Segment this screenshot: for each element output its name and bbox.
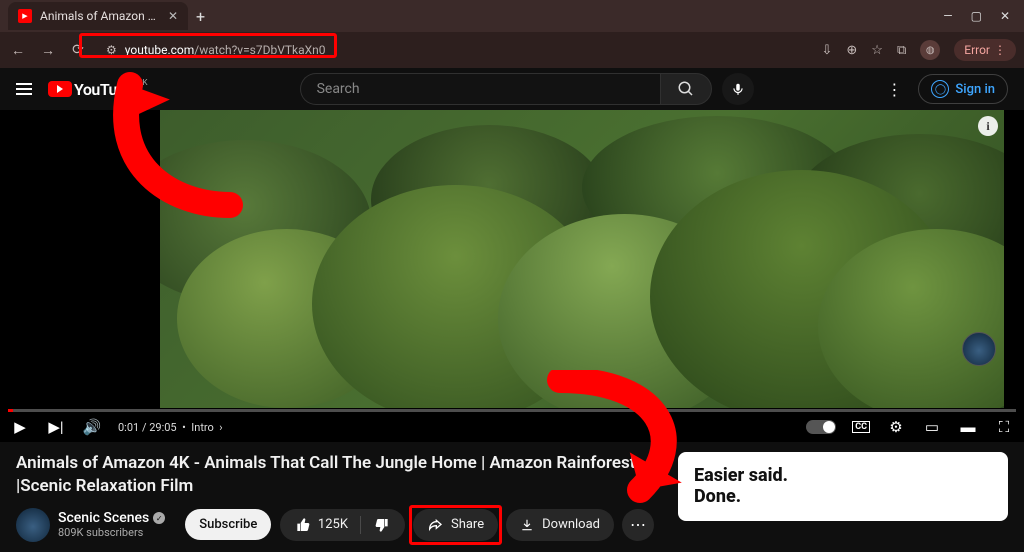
channel-name[interactable]: Scenic Scenes ✓	[58, 510, 165, 526]
download-label: Download	[542, 517, 600, 532]
share-label: Share	[451, 517, 484, 532]
profile-avatar[interactable]: ◍	[920, 40, 940, 60]
back-icon[interactable]: ←	[8, 42, 28, 59]
search-icon	[677, 80, 695, 98]
channel-avatar[interactable]	[16, 508, 50, 542]
zoom-icon[interactable]: ⊕	[846, 43, 857, 58]
subscriber-count: 809K subscribers	[58, 526, 165, 539]
youtube-logo[interactable]: YouTube PK	[48, 80, 134, 99]
hamburger-menu-icon[interactable]	[16, 83, 32, 95]
like-dislike-pill: 125K	[280, 509, 405, 541]
dislike-button[interactable]	[361, 509, 401, 541]
play-icon[interactable]: ▶	[10, 418, 30, 436]
install-app-icon[interactable]: ⇩	[821, 43, 832, 58]
verified-badge-icon: ✓	[153, 512, 165, 524]
thumbs-down-icon	[373, 517, 389, 533]
player-controls: ▶ ▶| 🔊 0:01 / 29:05 • Intro › CC ⚙ ▭ ▬ ⛶	[0, 412, 1024, 442]
signin-button[interactable]: ◯ Sign in	[918, 74, 1008, 104]
maximize-icon[interactable]: ▢	[971, 9, 982, 23]
video-meta-row: Scenic Scenes ✓ 809K subscribers Subscri…	[16, 508, 654, 542]
url-path: /watch?v=s7DbVTkaXn0	[194, 43, 325, 57]
country-code: PK	[138, 78, 148, 87]
browser-tab[interactable]: Animals of Amazon 4K - Anima… ✕	[8, 2, 188, 30]
settings-gear-icon[interactable]: ⚙	[886, 418, 906, 436]
channel-watermark[interactable]	[962, 332, 996, 366]
settings-menu-icon[interactable]: ⋮	[886, 80, 902, 99]
download-button[interactable]: Download	[506, 509, 614, 541]
browser-toolbar: ← → ⟳ ⚙ youtube.com/watch?v=s7DbVTkaXn0 …	[0, 32, 1024, 68]
promo-line1: Easier said.	[694, 466, 992, 487]
subscribe-button[interactable]: Subscribe	[185, 509, 271, 540]
url-host: youtube.com	[125, 43, 195, 57]
video-title: Animals of Amazon 4K - Animals That Call…	[16, 452, 654, 498]
time-display: 0:01 / 29:05 • Intro ›	[118, 421, 223, 434]
site-settings-icon[interactable]: ⚙	[106, 43, 117, 57]
new-tab-button[interactable]: +	[196, 7, 205, 26]
miniplayer-icon[interactable]: ▭	[922, 418, 942, 436]
fullscreen-icon[interactable]: ⛶	[994, 418, 1014, 436]
primary-column: Animals of Amazon 4K - Animals That Call…	[16, 452, 654, 542]
more-actions-button[interactable]: ⋯	[622, 509, 654, 541]
video-player[interactable]: i ▶ ▶| 🔊 0:01 / 29:05 • Intro › CC ⚙ ▭ ▬…	[0, 110, 1024, 442]
share-icon	[427, 517, 443, 533]
search-input[interactable]	[300, 73, 660, 105]
extensions-icon[interactable]: ⧉	[897, 43, 906, 58]
video-actions: 125K Share Download ⋯	[280, 509, 654, 541]
like-count: 125K	[318, 517, 348, 532]
close-window-icon[interactable]: ✕	[1000, 9, 1010, 23]
tab-title: Animals of Amazon 4K - Anima…	[40, 9, 160, 23]
youtube-header: YouTube PK ⋮ ◯ Sign in	[0, 68, 1024, 110]
bookmark-icon[interactable]: ☆	[871, 43, 883, 58]
video-thumbnail-forest	[160, 110, 1004, 408]
autoplay-toggle[interactable]	[806, 420, 836, 434]
window-controls: — ▢ ✕	[943, 9, 1024, 23]
captions-icon[interactable]: CC	[852, 421, 870, 433]
video-frame[interactable]: i	[160, 110, 1004, 408]
youtube-play-icon	[48, 81, 72, 97]
forward-icon[interactable]: →	[38, 42, 58, 59]
search-button[interactable]	[660, 73, 712, 105]
minimize-icon[interactable]: —	[943, 9, 952, 23]
below-player: Animals of Amazon 4K - Animals That Call…	[0, 442, 1024, 552]
next-icon[interactable]: ▶|	[46, 418, 66, 436]
download-icon	[520, 518, 534, 532]
secondary-column: Easier said. Done.	[678, 452, 1008, 542]
voice-search-button[interactable]	[722, 73, 754, 105]
youtube-wordmark: YouTube	[74, 80, 134, 99]
theater-icon[interactable]: ▬	[958, 418, 978, 436]
search-form	[300, 73, 754, 105]
close-tab-icon[interactable]: ✕	[168, 9, 178, 23]
address-bar[interactable]: ⚙ youtube.com/watch?v=s7DbVTkaXn0	[98, 37, 334, 63]
ellipsis-icon: ⋯	[630, 515, 646, 534]
thumbs-up-icon	[296, 517, 312, 533]
share-button[interactable]: Share	[413, 509, 498, 541]
promo-line2: Done.	[694, 487, 992, 508]
info-card-icon[interactable]: i	[978, 116, 998, 136]
microphone-icon	[731, 82, 745, 96]
reload-icon[interactable]: ⟳	[68, 42, 88, 58]
signin-label: Sign in	[955, 82, 995, 97]
browser-error-button[interactable]: Error ⋮	[954, 39, 1016, 61]
volume-icon[interactable]: 🔊	[82, 418, 102, 436]
person-icon: ◯	[931, 80, 949, 98]
browser-titlebar: Animals of Amazon 4K - Anima… ✕ + — ▢ ✕	[0, 0, 1024, 32]
sidebar-promo-card[interactable]: Easier said. Done.	[678, 452, 1008, 521]
like-button[interactable]: 125K	[284, 509, 360, 541]
youtube-favicon	[18, 9, 32, 23]
